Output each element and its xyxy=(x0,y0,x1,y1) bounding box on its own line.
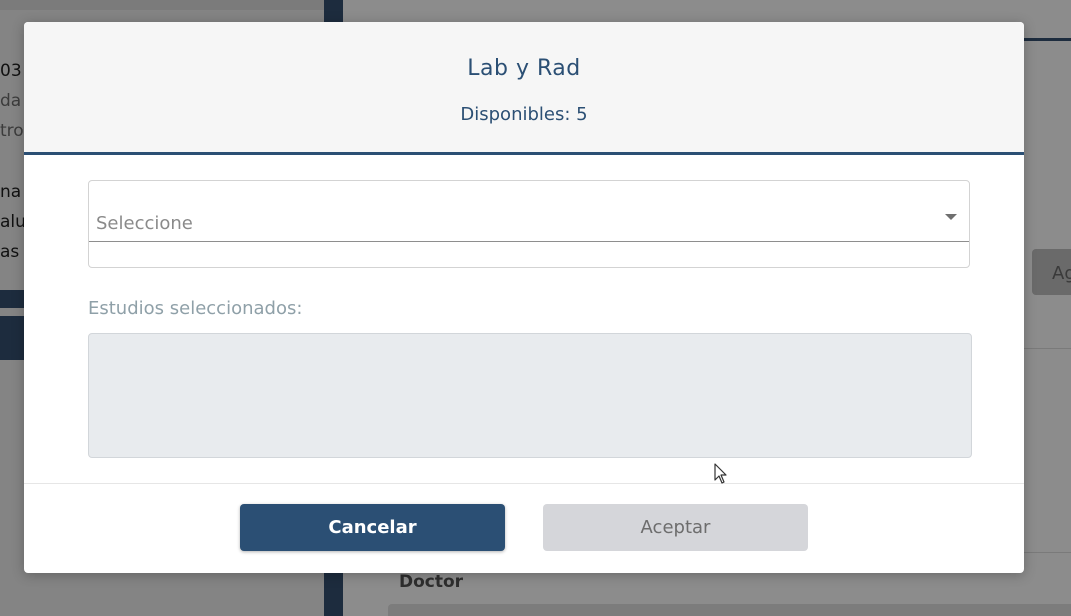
cancel-button[interactable]: Cancelar xyxy=(240,504,505,551)
background-separator xyxy=(1023,348,1071,349)
modal-header: Lab y Rad Disponibles: 5 xyxy=(24,22,1024,155)
background-text: na xyxy=(0,182,22,202)
background-left-header xyxy=(0,0,324,10)
study-select-container: Seleccione xyxy=(88,180,970,268)
background-text: alu xyxy=(0,212,26,232)
chevron-down-icon[interactable] xyxy=(945,214,957,220)
background-text: 03 xyxy=(0,61,22,81)
background-add-button: Ag xyxy=(1032,249,1071,295)
lab-rad-modal: Lab y Rad Disponibles: 5 Seleccione Estu… xyxy=(24,22,1024,573)
study-select[interactable]: Seleccione xyxy=(89,181,969,242)
background-accent-line xyxy=(1023,38,1071,41)
background-text: as xyxy=(0,242,20,262)
select-placeholder: Seleccione xyxy=(96,213,193,234)
selected-studies-list xyxy=(88,333,972,458)
background-text: tro xyxy=(0,121,24,141)
background-bar xyxy=(0,290,24,308)
background-text: da xyxy=(0,91,22,111)
background-doctor-input xyxy=(388,604,1071,616)
background-separator xyxy=(1023,552,1071,553)
background-doctor-label: Doctor xyxy=(399,572,464,592)
background-button xyxy=(0,316,24,360)
mouse-pointer-icon xyxy=(714,463,727,484)
selected-studies-label: Estudios seleccionados: xyxy=(88,298,303,319)
modal-available-count: Disponibles: 5 xyxy=(460,104,588,125)
modal-footer-divider xyxy=(24,483,1024,484)
accept-button[interactable]: Aceptar xyxy=(543,504,808,551)
modal-title: Lab y Rad xyxy=(467,56,581,81)
